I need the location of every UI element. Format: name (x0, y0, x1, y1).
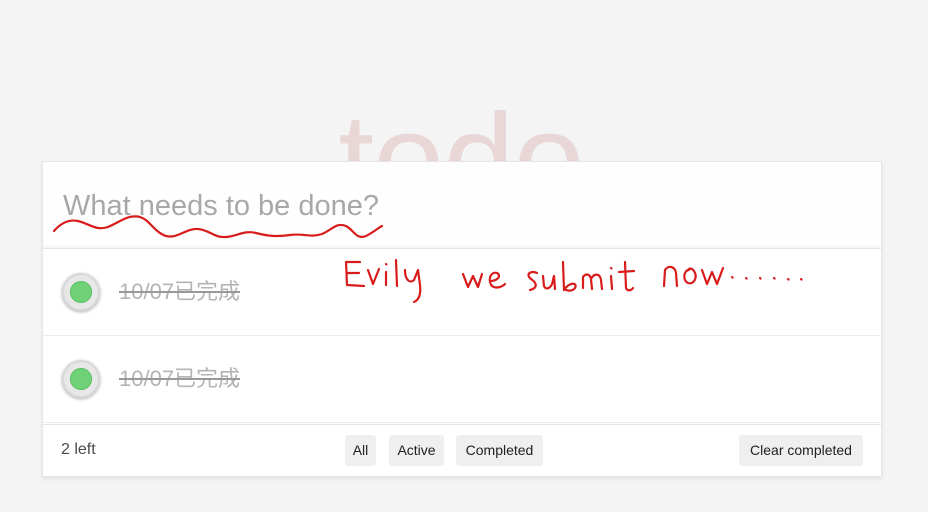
todo-app: 10/07已完成 10/07已完成 2 left All Active Comp… (42, 161, 882, 477)
clear-completed-button[interactable]: Clear completed (739, 435, 863, 466)
filter-active[interactable]: Active (389, 435, 444, 466)
complete-toggle[interactable] (62, 360, 100, 398)
completed-indicator-icon (70, 368, 92, 390)
todo-item: 10/07已完成 (43, 336, 881, 423)
filter-all[interactable]: All (345, 435, 376, 466)
todo-label[interactable]: 10/07已完成 (119, 364, 240, 394)
complete-toggle[interactable] (62, 273, 100, 311)
todo-item: 10/07已完成 (43, 249, 881, 336)
new-todo-input[interactable] (63, 182, 843, 230)
items-left-count: 2 left (61, 441, 96, 458)
todo-footer: 2 left All Active Completed Clear comple… (43, 424, 881, 477)
completed-indicator-icon (70, 281, 92, 303)
todo-label[interactable]: 10/07已完成 (119, 277, 240, 307)
new-todo-header (43, 162, 881, 249)
filter-completed[interactable]: Completed (456, 435, 543, 466)
